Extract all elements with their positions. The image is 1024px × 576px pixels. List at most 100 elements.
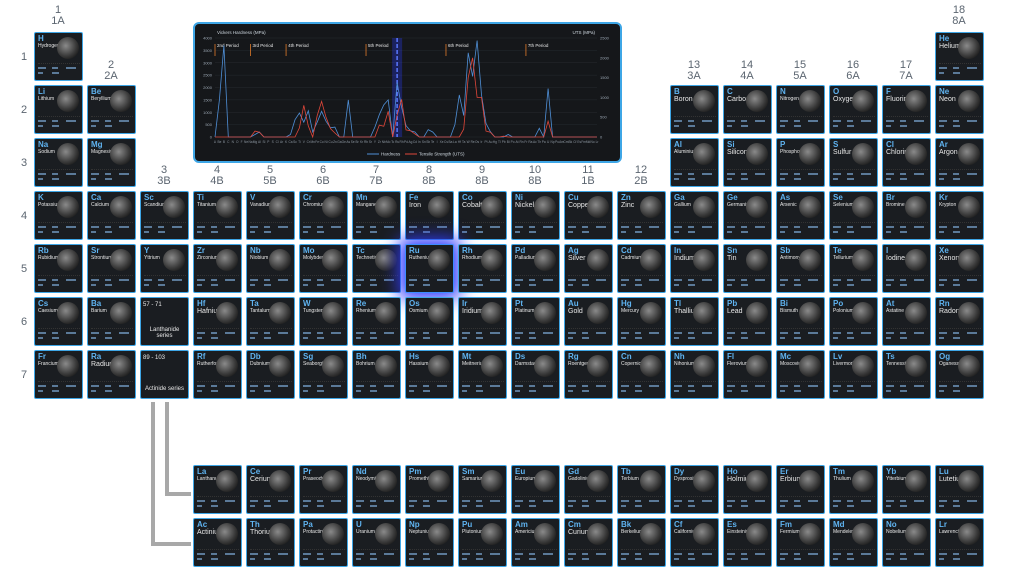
element-cell-y[interactable]: Y Yttrium: [140, 244, 189, 293]
element-cell-na[interactable]: Na Sodium: [34, 138, 83, 187]
element-cell-kr[interactable]: Kr Krypton: [935, 191, 984, 240]
element-cell-he[interactable]: He Helium: [935, 32, 984, 81]
element-cell-tm[interactable]: Tm Thulium: [829, 465, 878, 514]
element-cell-pa[interactable]: Pa Protactinium: [299, 518, 348, 567]
element-cell-db[interactable]: Db Dubnium: [246, 350, 295, 399]
element-cell-fr[interactable]: Fr Francium: [34, 350, 83, 399]
element-cell-md[interactable]: Md Mendelevium: [829, 518, 878, 567]
element-cell-gd[interactable]: Gd Gadolinium: [564, 465, 613, 514]
element-cell-ti[interactable]: Ti Titanium: [193, 191, 242, 240]
element-cell-rg[interactable]: Rg Roentgenium: [564, 350, 613, 399]
element-cell-c[interactable]: C Carbon: [723, 85, 772, 134]
element-cell-mo[interactable]: Mo Molybdenum: [299, 244, 348, 293]
element-cell-lr[interactable]: Lr Lawrencium: [935, 518, 984, 567]
element-cell-xe[interactable]: Xe Xenon: [935, 244, 984, 293]
element-cell-si[interactable]: Si Silicon: [723, 138, 772, 187]
element-cell-re[interactable]: Re Rhenium: [352, 297, 401, 346]
element-cell-ge[interactable]: Ge Germanium: [723, 191, 772, 240]
element-cell-sn[interactable]: Sn Tin: [723, 244, 772, 293]
element-cell-cl[interactable]: Cl Chlorine: [882, 138, 931, 187]
element-cell-fl[interactable]: Fl Flerovium: [723, 350, 772, 399]
element-cell-co[interactable]: Co Cobalt: [458, 191, 507, 240]
element-cell-zn[interactable]: Zn Zinc: [617, 191, 666, 240]
element-cell-b[interactable]: B Boron: [670, 85, 719, 134]
element-cell-pd[interactable]: Pd Palladium: [511, 244, 560, 293]
element-cell-ga[interactable]: Ga Gallium: [670, 191, 719, 240]
element-cell-zr[interactable]: Zr Zirconium: [193, 244, 242, 293]
element-cell-tl[interactable]: Tl Thallium: [670, 297, 719, 346]
element-cell-pt[interactable]: Pt Platinum: [511, 297, 560, 346]
element-cell-cd[interactable]: Cd Cadmium: [617, 244, 666, 293]
element-cell-bk[interactable]: Bk Berkelium: [617, 518, 666, 567]
element-cell-nb[interactable]: Nb Niobium: [246, 244, 295, 293]
element-cell-u[interactable]: U Uranium: [352, 518, 401, 567]
element-cell-fe[interactable]: Fe Iron: [405, 191, 454, 240]
element-cell-f[interactable]: F Fluorine: [882, 85, 931, 134]
element-cell-eu[interactable]: Eu Europium: [511, 465, 560, 514]
element-cell-k[interactable]: K Potassium: [34, 191, 83, 240]
element-cell-hf[interactable]: Hf Hafnium: [193, 297, 242, 346]
element-cell-n[interactable]: N Nitrogen: [776, 85, 825, 134]
element-cell-mg[interactable]: Mg Magnesium: [87, 138, 136, 187]
element-cell-te[interactable]: Te Tellurium: [829, 244, 878, 293]
element-cell-sm[interactable]: Sm Samarium: [458, 465, 507, 514]
element-cell-be[interactable]: Be Beryllium: [87, 85, 136, 134]
element-cell-bh[interactable]: Bh Bohrium: [352, 350, 401, 399]
element-cell-ce[interactable]: Ce Cerium: [246, 465, 295, 514]
element-cell-ds[interactable]: Ds Darmstadtium: [511, 350, 560, 399]
element-cell-li[interactable]: Li Lithium: [34, 85, 83, 134]
element-cell-ir[interactable]: Ir Iridium: [458, 297, 507, 346]
element-cell-sb[interactable]: Sb Antimony: [776, 244, 825, 293]
element-cell-nd[interactable]: Nd Neodymium: [352, 465, 401, 514]
element-cell-v[interactable]: V Vanadium: [246, 191, 295, 240]
element-cell-os[interactable]: Os Osmium: [405, 297, 454, 346]
element-cell-br[interactable]: Br Bromine: [882, 191, 931, 240]
element-cell-lv[interactable]: Lv Livermorium: [829, 350, 878, 399]
element-cell-al[interactable]: Al Aluminium: [670, 138, 719, 187]
element-cell-er[interactable]: Er Erbium: [776, 465, 825, 514]
element-cell-ag[interactable]: Ag Silver: [564, 244, 613, 293]
element-cell-nh[interactable]: Nh Nihonium: [670, 350, 719, 399]
element-cell-rh[interactable]: Rh Rhodium: [458, 244, 507, 293]
element-cell-th[interactable]: Th Thorium: [246, 518, 295, 567]
element-cell-ne[interactable]: Ne Neon: [935, 85, 984, 134]
element-cell-ni[interactable]: Ni Nickel: [511, 191, 560, 240]
element-cell-dy[interactable]: Dy Dysprosium: [670, 465, 719, 514]
element-cell-rn[interactable]: Rn Radon: [935, 297, 984, 346]
element-cell-bi[interactable]: Bi Bismuth: [776, 297, 825, 346]
element-cell-hg[interactable]: Hg Mercury: [617, 297, 666, 346]
element-cell-pu[interactable]: Pu Plutonium: [458, 518, 507, 567]
element-cell-ca[interactable]: Ca Calcium: [87, 191, 136, 240]
element-cell-ba[interactable]: Ba Barium: [87, 297, 136, 346]
element-cell-au[interactable]: Au Gold: [564, 297, 613, 346]
element-cell-ru[interactable]: Ru Ruthenium: [405, 244, 454, 293]
lanthanide-series-cell[interactable]: 57 - 71 Lanthanide series: [140, 297, 189, 346]
element-cell-se[interactable]: Se Selenium: [829, 191, 878, 240]
element-cell-p[interactable]: P Phosphorus: [776, 138, 825, 187]
element-cell-rf[interactable]: Rf Rutherfordium: [193, 350, 242, 399]
element-cell-cu[interactable]: Cu Copper: [564, 191, 613, 240]
element-cell-ac[interactable]: Ac Actinium: [193, 518, 242, 567]
element-cell-as[interactable]: As Arsenic: [776, 191, 825, 240]
element-cell-np[interactable]: Np Neptunium: [405, 518, 454, 567]
element-cell-mt[interactable]: Mt Meitnerium: [458, 350, 507, 399]
element-cell-og[interactable]: Og Oganesson: [935, 350, 984, 399]
element-cell-w[interactable]: W Tungsten: [299, 297, 348, 346]
element-cell-la[interactable]: La Lanthanum: [193, 465, 242, 514]
element-cell-ts[interactable]: Ts Tennessine: [882, 350, 931, 399]
element-cell-cm[interactable]: Cm Curium: [564, 518, 613, 567]
element-cell-no[interactable]: No Nobelium: [882, 518, 931, 567]
element-cell-lu[interactable]: Lu Lutetium: [935, 465, 984, 514]
element-cell-fm[interactable]: Fm Fermium: [776, 518, 825, 567]
element-cell-yb[interactable]: Yb Ytterbium: [882, 465, 931, 514]
element-cell-in[interactable]: In Indium: [670, 244, 719, 293]
element-cell-ta[interactable]: Ta Tantalum: [246, 297, 295, 346]
element-cell-i[interactable]: I Iodine: [882, 244, 931, 293]
element-cell-ra[interactable]: Ra Radium: [87, 350, 136, 399]
element-cell-cs[interactable]: Cs Caesium: [34, 297, 83, 346]
element-cell-o[interactable]: O Oxygen: [829, 85, 878, 134]
element-cell-cn[interactable]: Cn Copernicium: [617, 350, 666, 399]
element-cell-pr[interactable]: Pr Praseodymium: [299, 465, 348, 514]
actinide-series-cell[interactable]: 89 - 103 Actinide series: [140, 350, 189, 399]
element-cell-cf[interactable]: Cf Californium: [670, 518, 719, 567]
